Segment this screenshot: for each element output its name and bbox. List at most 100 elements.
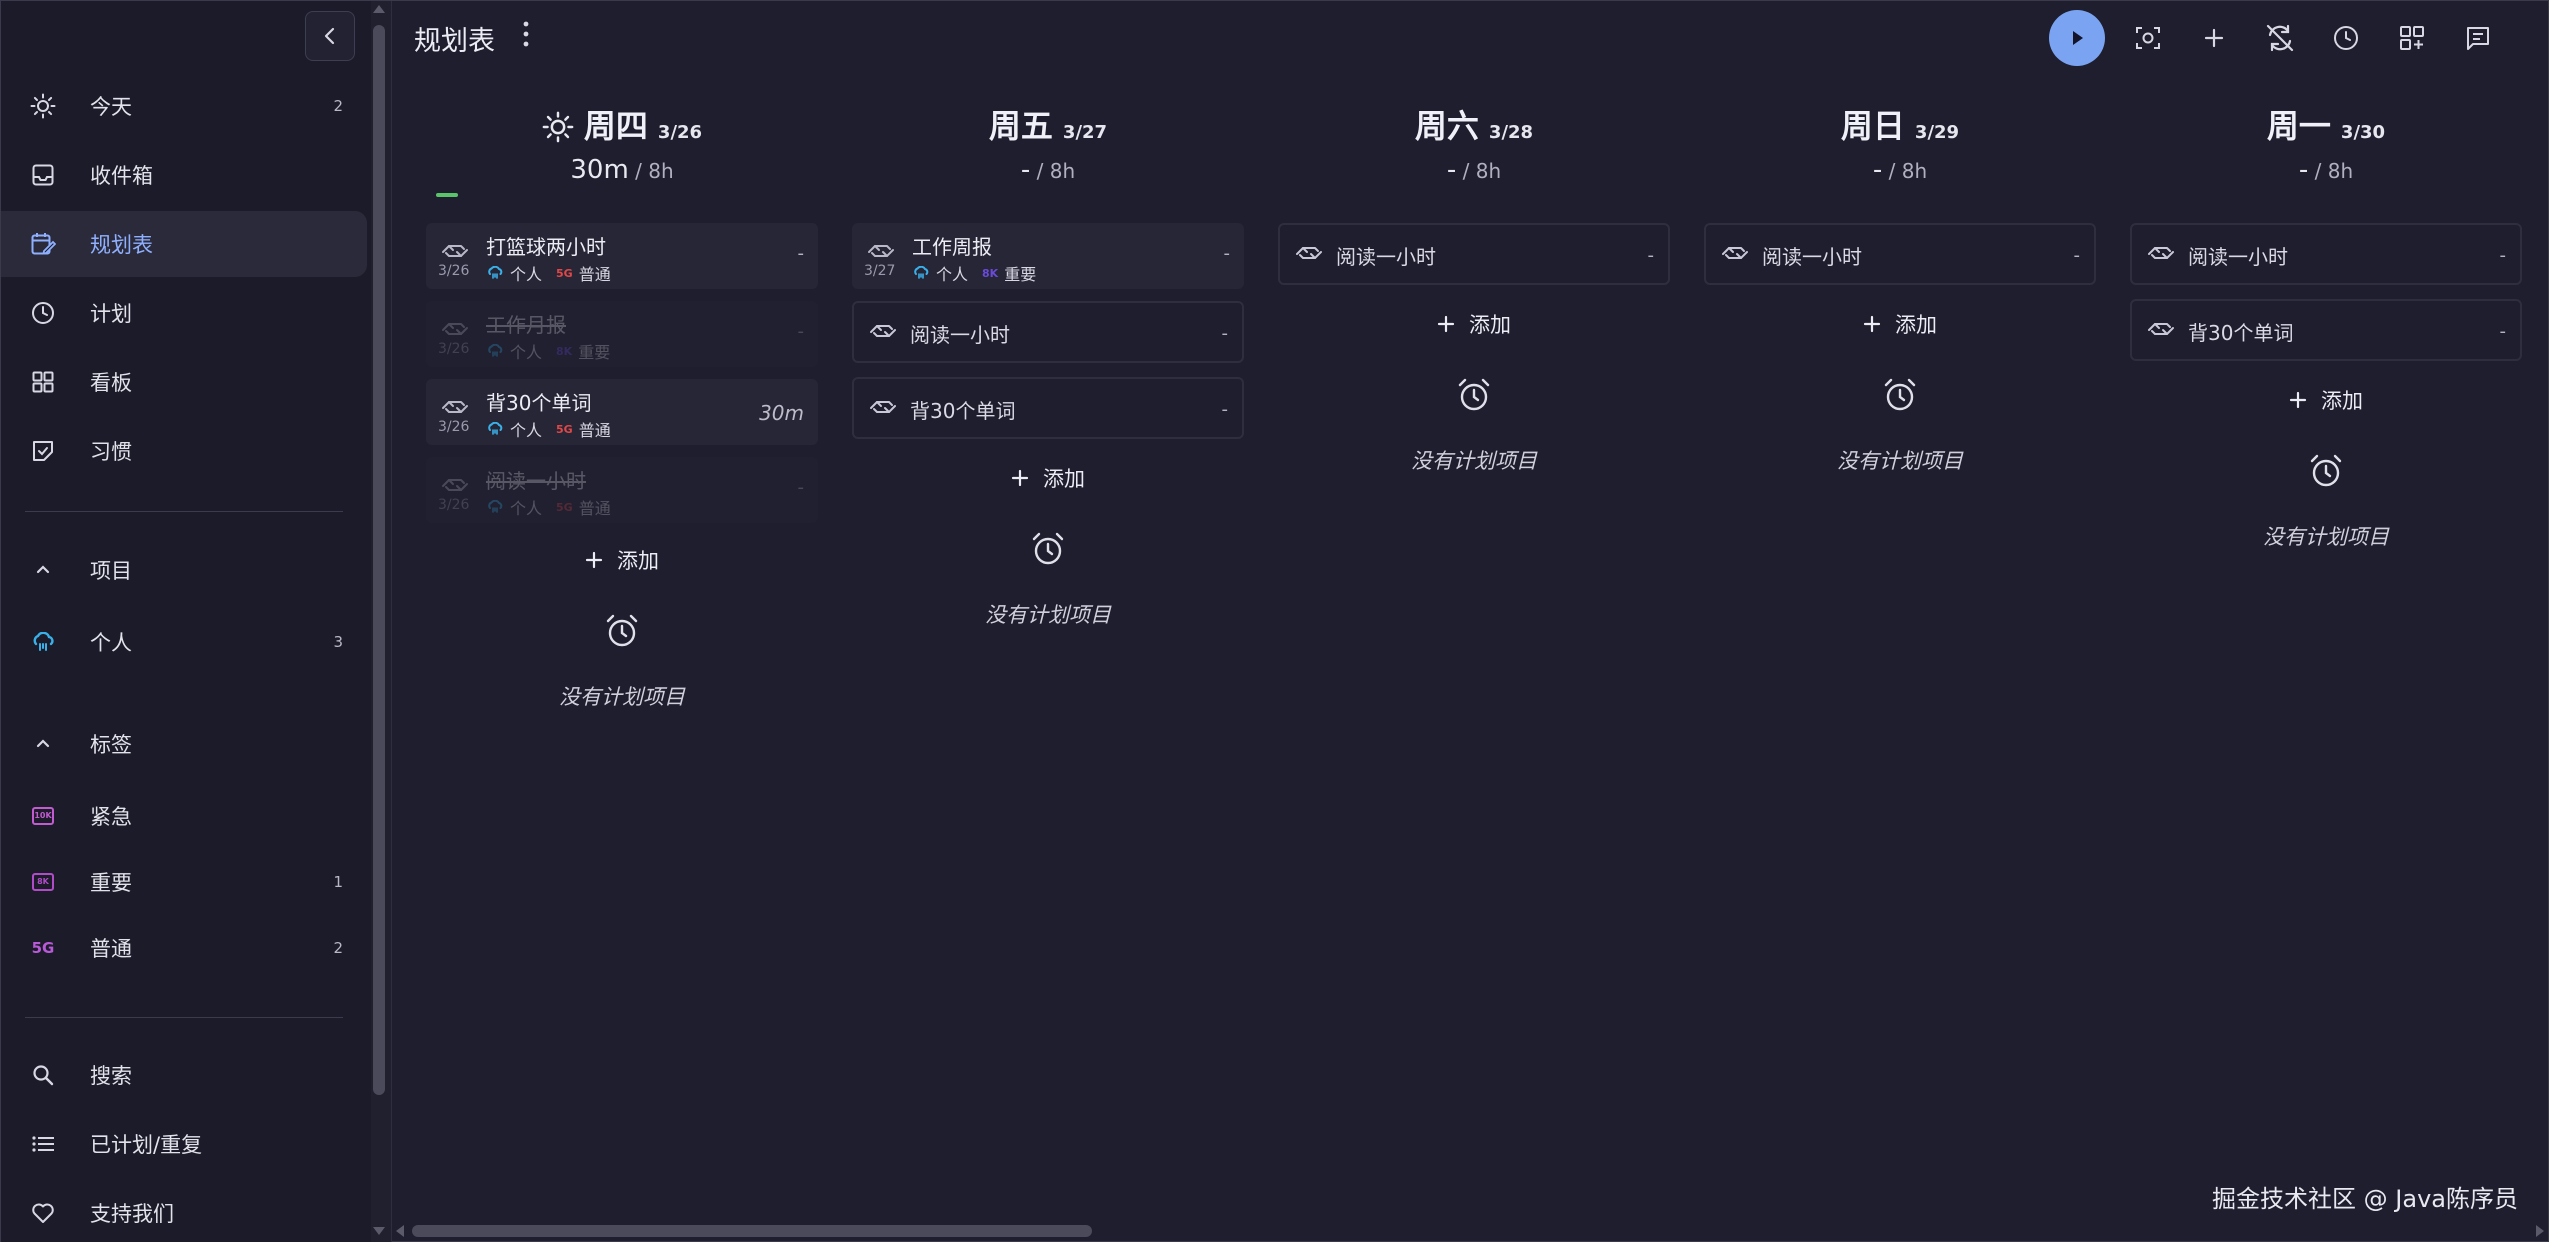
collapse-sidebar-button[interactable] xyxy=(305,11,355,61)
day-header: 周六 3/28 xyxy=(1278,101,1670,147)
repeat-icon xyxy=(442,245,468,257)
add-task-button[interactable]: 添加 xyxy=(426,545,818,575)
task-card[interactable]: 3/26 背30个单词 个人 5G 普通 30m xyxy=(426,379,818,445)
task-card[interactable]: 3/26 打篮球两小时 个人 5G 普通 - xyxy=(426,223,818,289)
task-card[interactable]: 阅读一小时 - xyxy=(2130,223,2522,285)
time-capacity: / 8h xyxy=(635,159,674,183)
sync-off-button[interactable] xyxy=(2257,15,2303,61)
sidebar-item-label: 紧急 xyxy=(90,805,132,829)
add-task-button[interactable]: 添加 xyxy=(1278,309,1670,339)
sidebar-project-personal[interactable]: 个人 3 xyxy=(1,609,367,675)
sidebar: 今天 2 收件箱 规划表 计划 看板 习惯 项目 个人 3 标签 10K 紧急 … xyxy=(1,1,371,1242)
day-name: 周一 xyxy=(2266,107,2331,145)
projects-section-header[interactable]: 项目 xyxy=(1,537,367,603)
repeat-icon xyxy=(870,325,896,337)
alarm-clock-icon-wrap xyxy=(604,613,640,649)
scroll-down-arrow-icon[interactable] xyxy=(373,1227,385,1235)
scroll-left-arrow-icon[interactable] xyxy=(396,1225,404,1237)
history-button[interactable] xyxy=(2323,15,2369,61)
sun-icon xyxy=(542,111,574,143)
task-date: 3/27 xyxy=(864,263,896,279)
add-task-button[interactable]: 添加 xyxy=(852,463,1244,493)
task-card[interactable]: 阅读一小时 - xyxy=(1278,223,1670,285)
sidebar-item-label: 看板 xyxy=(90,371,132,395)
empty-state-text: 没有计划项目 xyxy=(1837,449,1963,473)
day-time-summary: 30m / 8h xyxy=(426,155,818,185)
task-duration: - xyxy=(797,321,805,342)
sidebar-item-scheduled-repeat[interactable]: 已计划/重复 xyxy=(1,1111,367,1177)
task-card[interactable]: 3/26 工作月报 个人 8K 重要 - xyxy=(426,301,818,367)
alarm-clock-icon-wrap xyxy=(1030,531,1066,567)
comments-button[interactable] xyxy=(2455,15,2501,61)
focus-mode-button[interactable] xyxy=(2125,15,2171,61)
sidebar-item-count: 1 xyxy=(333,873,343,891)
sidebar-item-planner[interactable]: 规划表 xyxy=(1,211,367,277)
task-card[interactable]: 背30个单词 - xyxy=(852,377,1244,439)
sidebar-item-label: 习惯 xyxy=(90,440,132,464)
sidebar-item-count: 2 xyxy=(333,939,343,957)
sidebar-scrollbar-thumb[interactable] xyxy=(373,25,385,1095)
widgets-button[interactable] xyxy=(2389,15,2435,61)
sidebar-divider xyxy=(25,511,343,512)
day-time-summary: - / 8h xyxy=(1704,155,2096,185)
planned-time: - xyxy=(2298,155,2309,185)
sidebar-item-schedule[interactable]: 计划 xyxy=(1,280,367,346)
task-meta: 个人 5G 普通 xyxy=(486,495,611,519)
sidebar-item-inbox[interactable]: 收件箱 xyxy=(1,142,367,208)
day-date: 3/26 xyxy=(657,122,703,143)
horizontal-scrollbar-thumb[interactable] xyxy=(412,1225,1092,1237)
scroll-up-arrow-icon[interactable] xyxy=(373,5,385,13)
cloud-icon xyxy=(29,628,57,656)
scroll-right-arrow-icon[interactable] xyxy=(2536,1225,2544,1237)
task-title: 背30个单词 xyxy=(486,391,592,415)
day-time-summary: - / 8h xyxy=(852,155,1244,185)
sidebar-item-kanban[interactable]: 看板 xyxy=(1,349,367,415)
sidebar-item-label: 个人 xyxy=(90,631,132,655)
sidebar-item-today[interactable]: 今天 2 xyxy=(1,73,367,139)
task-card[interactable]: 阅读一小时 - xyxy=(1704,223,2096,285)
sidebar-item-search[interactable]: 搜索 xyxy=(1,1042,367,1108)
task-title: 工作月报 xyxy=(486,313,566,337)
task-tag: 8K 重要 xyxy=(556,343,611,362)
sidebar-item-support[interactable]: 支持我们 xyxy=(1,1180,367,1242)
task-card[interactable]: 3/27 工作周报 个人 8K 重要 - xyxy=(852,223,1244,289)
task-meta: 个人 5G 普通 xyxy=(486,261,611,285)
task-card[interactable]: 背30个单词 - xyxy=(2130,299,2522,361)
add-task-button[interactable]: 添加 xyxy=(1704,309,2096,339)
more-options-button[interactable] xyxy=(516,17,536,51)
sidebar-tag-important[interactable]: 8K 重要 1 xyxy=(1,849,367,915)
day-date: 3/28 xyxy=(1488,122,1534,143)
task-title: 阅读一小时 xyxy=(1762,245,1862,269)
sidebar-item-label: 搜索 xyxy=(90,1064,132,1088)
task-card[interactable]: 阅读一小时 - xyxy=(852,301,1244,363)
task-meta: 个人 5G 普通 xyxy=(486,417,611,441)
time-capacity: / 8h xyxy=(1462,159,1502,183)
day-header: 周四 3/26 xyxy=(426,101,818,147)
chevron-up-icon xyxy=(29,730,57,758)
day-time-summary: - / 8h xyxy=(2130,155,2522,185)
add-task-button[interactable]: 添加 xyxy=(2130,385,2522,415)
plus-icon xyxy=(2204,28,2224,48)
planned-time: - xyxy=(1020,155,1031,185)
sidebar-item-habit[interactable]: 习惯 xyxy=(1,418,367,484)
repeat-icon xyxy=(1722,247,1748,259)
sidebar-tag-normal[interactable]: 5G 普通 2 xyxy=(1,915,367,981)
task-card[interactable]: 3/26 阅读一小时 个人 5G 普通 - xyxy=(426,457,818,523)
cloud-icon xyxy=(488,500,503,513)
alarm-clock-icon xyxy=(1884,378,1916,411)
empty-state-text: 没有计划项目 xyxy=(1411,449,1537,473)
tag-badge-icon: 8K xyxy=(29,868,57,896)
add-task-button[interactable] xyxy=(2191,15,2237,61)
planner-main: 规划表 周四 3/26 30m / 8h 3/26 打篮球两小时 个人 5G 普… xyxy=(391,1,2549,1242)
section-title: 标签 xyxy=(90,733,132,757)
sidebar-item-label: 计划 xyxy=(90,302,132,326)
tags-section-header[interactable]: 标签 xyxy=(1,711,367,777)
sidebar-tag-urgent[interactable]: 10K 紧急 xyxy=(1,783,367,849)
repeat-icon xyxy=(2148,247,2174,259)
task-meta: 个人 8K 重要 xyxy=(912,261,1036,285)
kanban-icon xyxy=(29,368,57,396)
start-focus-button[interactable] xyxy=(2049,10,2105,66)
task-duration: - xyxy=(1221,399,1229,420)
add-label: 添加 xyxy=(1043,467,1085,491)
day-header: 周日 3/29 xyxy=(1704,101,2096,147)
